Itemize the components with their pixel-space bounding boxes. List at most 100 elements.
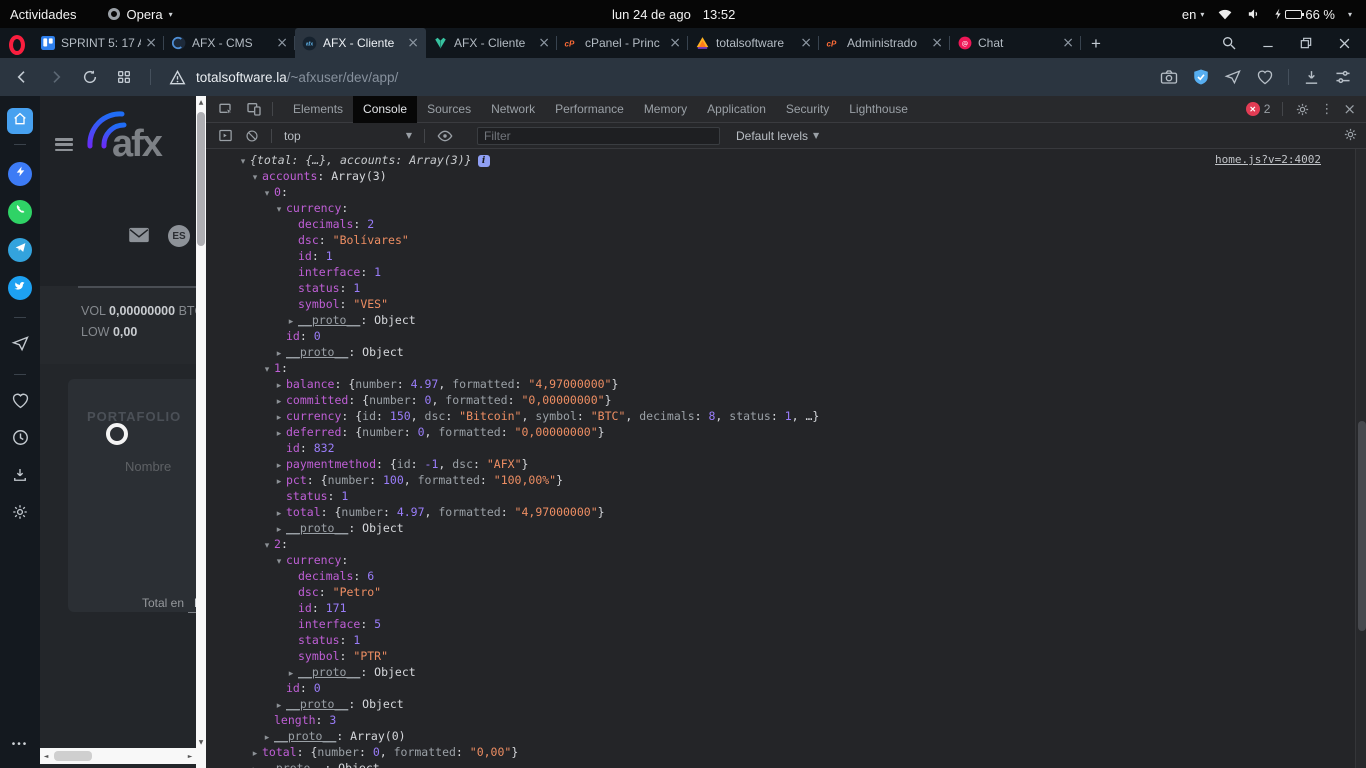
devtools-tab-sources[interactable]: Sources [417,96,481,123]
app-menu[interactable]: Opera ▾ [108,7,172,22]
inspect-element-icon[interactable] [218,101,234,117]
browser-tab[interactable]: cPAdministrado× [819,28,950,58]
keyboard-layout[interactable]: en▾ [1182,7,1204,22]
console-filter-input[interactable] [477,127,720,145]
menu-hamburger-icon[interactable] [55,138,73,151]
console-token: 1 [353,633,360,647]
clear-console-icon[interactable] [245,129,259,143]
expand-arrow-icon[interactable]: ▸ [248,762,262,768]
more-options-icon[interactable]: ⋮ [1320,102,1333,117]
browser-tab[interactable]: AFX - CMS× [164,28,295,58]
downloads-button[interactable] [11,466,29,489]
bookmarks-heart-button[interactable] [11,392,30,414]
info-icon[interactable]: i [478,155,490,167]
url-field[interactable]: totalsoftware.la/~afxuser/dev/app/ [196,70,398,85]
browser-tab[interactable]: afxAFX - Cliente× [295,28,426,58]
devtools-tab-application[interactable]: Application [697,96,776,123]
scrollbar-thumb[interactable] [54,751,92,761]
speed-dial-button[interactable] [7,108,33,134]
tab-title: cPanel - Princ [585,36,665,50]
console-token: : Object [360,313,415,327]
my-flow-button[interactable] [11,335,30,357]
tab-close-icon[interactable]: × [145,35,157,51]
system-tray[interactable]: en▾ 66 % ▾ [1182,0,1352,28]
tab-close-icon[interactable]: × [407,35,419,51]
settings-gear-icon[interactable] [1295,102,1310,117]
easy-setup-tune-icon[interactable] [1334,69,1352,85]
devtools-tab-performance[interactable]: Performance [545,96,634,123]
devtools-tab-memory[interactable]: Memory [634,96,697,123]
browser-tab[interactable]: SPRINT 5: 17 A× [33,28,164,58]
devtools-tab-lighthouse[interactable]: Lighthouse [839,96,918,123]
error-count-badge[interactable]: ✕ 2 [1246,102,1271,116]
clock[interactable]: lun 24 de ago 13:52 [612,0,735,28]
back-icon[interactable] [14,69,30,85]
console-sidebar-toggle-icon[interactable] [218,128,233,143]
browser-tab[interactable]: AFX - Cliente× [426,28,557,58]
scroll-up-icon[interactable]: ▲ [196,96,206,108]
close-devtools-icon[interactable]: × [1343,100,1356,118]
devtools-tab-network[interactable]: Network [481,96,545,123]
restore-icon[interactable] [1299,36,1313,50]
settings-button[interactable] [11,503,29,526]
console-scrollbar[interactable] [1355,149,1366,768]
my-flow-icon[interactable] [1224,69,1242,85]
devtools-tab-security[interactable]: Security [776,96,839,123]
adblock-shield-icon[interactable] [1192,68,1210,86]
battery-percent: 66 % [1305,7,1335,22]
console-token: 0 [373,745,380,759]
tab-close-icon[interactable]: × [669,35,681,51]
language-badge[interactable]: ES [168,225,190,247]
minimize-icon[interactable] [1261,36,1275,50]
history-button[interactable] [11,428,30,452]
log-levels-dropdown[interactable]: Default levels ▼ [736,129,819,143]
scrollbar-thumb[interactable] [1358,421,1366,631]
console-token: : [300,681,314,695]
devtools-tab-elements[interactable]: Elements [283,96,353,123]
search-icon[interactable] [1221,35,1237,51]
context-selector[interactable]: top ▼ [284,129,412,143]
tab-close-icon[interactable]: × [276,35,288,51]
reload-icon[interactable] [82,69,98,85]
console-settings-gear-icon[interactable] [1343,127,1358,145]
bookmark-heart-icon[interactable] [1256,69,1274,85]
snapshot-camera-icon[interactable] [1160,69,1178,85]
close-icon[interactable] [1337,36,1352,51]
source-location-link[interactable]: home.js?v=2:4002 [1215,152,1321,168]
browser-tab[interactable]: totalsoftware× [688,28,819,58]
error-count: 2 [1264,102,1271,116]
tab-close-icon[interactable]: × [800,35,812,51]
sidebar-menu-dots-icon[interactable]: ••• [12,739,29,750]
tab-close-icon[interactable]: × [1062,35,1074,51]
console-token: 1 [326,249,333,263]
speed-dial-icon[interactable] [116,69,132,85]
browser-tab[interactable]: cPcPanel - Princ× [557,28,688,58]
page-horizontal-scrollbar[interactable]: ◄ ► [40,748,196,764]
tab-close-icon[interactable]: × [538,35,550,51]
forward-icon[interactable] [48,69,64,85]
console-output: ▾{total: {…}, accounts: Array(3)}ihome.j… [206,149,1366,768]
portfolio-panel: PORTAFOLIO Nombre Total enB [68,379,206,612]
scroll-right-icon[interactable]: ► [184,748,196,764]
browser-tab[interactable]: @Chat× [950,28,1081,58]
scrollbar-thumb[interactable] [197,112,205,246]
new-tab-button[interactable]: + [1091,34,1101,54]
site-info-warning-icon[interactable] [169,70,186,85]
downloads-icon[interactable] [1303,69,1320,86]
tab-close-icon[interactable]: × [931,35,943,51]
twitter-button[interactable] [8,276,32,300]
page-vertical-scrollbar[interactable]: ▲ ▼ [196,96,206,748]
live-expression-eye-icon[interactable] [437,129,453,143]
console-token: : [340,633,354,647]
device-toolbar-icon[interactable] [246,101,262,117]
scroll-left-icon[interactable]: ◄ [40,748,52,764]
mail-icon[interactable] [128,227,150,243]
scroll-down-icon[interactable]: ▼ [196,736,206,748]
whatsapp-button[interactable] [8,200,32,224]
messenger-button[interactable] [8,162,32,186]
devtools-tab-console[interactable]: Console [353,96,417,123]
telegram-button[interactable] [8,238,32,262]
activities-button[interactable]: Actividades [10,7,76,22]
opera-logo-icon[interactable] [9,35,25,55]
console-token: } [511,745,518,759]
